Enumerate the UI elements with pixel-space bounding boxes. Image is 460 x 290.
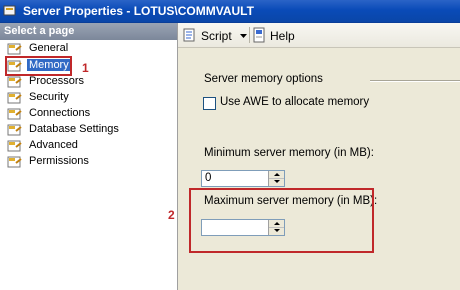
annotation-callout-1: 1 bbox=[82, 61, 89, 75]
nav-item-label: Database Settings bbox=[29, 123, 119, 135]
toolbar-separator bbox=[249, 27, 250, 43]
page-icon bbox=[7, 156, 22, 168]
help-button-label: Help bbox=[270, 29, 295, 43]
nav-item-processors[interactable]: Processors bbox=[4, 74, 174, 90]
nav-item-label: Security bbox=[29, 91, 69, 103]
min-memory-label: Minimum server memory (in MB): bbox=[204, 147, 374, 159]
spin-down-icon[interactable] bbox=[269, 178, 284, 185]
nav-item-label: General bbox=[29, 42, 69, 54]
nav-item-general[interactable]: General bbox=[4, 41, 174, 57]
nav-item-label: Advanced bbox=[29, 139, 78, 151]
pane-header-label: Select a page bbox=[4, 25, 75, 37]
awe-checkbox[interactable] bbox=[203, 97, 216, 110]
title-bar[interactable]: Server Properties - LOTUS\COMMVAULT bbox=[0, 0, 460, 23]
annotation-callout-2: 2 bbox=[168, 208, 175, 222]
page-icon bbox=[7, 76, 22, 88]
min-memory-value[interactable]: 0 bbox=[205, 172, 211, 184]
server-properties-icon bbox=[3, 5, 16, 16]
window-title: Server Properties - LOTUS\COMMVAULT bbox=[23, 4, 254, 18]
page-icon bbox=[7, 92, 22, 104]
nav-item-connections[interactable]: Connections bbox=[4, 106, 174, 122]
nav-item-advanced[interactable]: Advanced bbox=[4, 138, 174, 154]
toolbar: Script Help bbox=[178, 23, 460, 48]
script-button-label: Script bbox=[201, 29, 232, 43]
min-memory-spin-buttons[interactable] bbox=[268, 171, 284, 186]
annotation-highlight-max-memory bbox=[189, 188, 374, 253]
awe-checkbox-label[interactable]: Use AWE to allocate memory bbox=[220, 96, 369, 108]
script-icon bbox=[183, 28, 195, 42]
page-icon bbox=[7, 140, 22, 152]
nav-item-label: Processors bbox=[29, 75, 85, 87]
nav-item-database-settings[interactable]: Database Settings bbox=[4, 122, 174, 138]
nav-item-label: Permissions bbox=[29, 155, 89, 167]
pane-header: Select a page bbox=[0, 23, 177, 40]
page-icon bbox=[7, 43, 22, 55]
nav-item-permissions[interactable]: Permissions bbox=[4, 154, 174, 170]
server-memory-options-heading: Server memory options bbox=[204, 73, 323, 85]
page-icon bbox=[7, 124, 22, 136]
script-button[interactable]: Script bbox=[182, 27, 248, 43]
nav-item-label: Connections bbox=[29, 107, 91, 119]
nav-item-security[interactable]: Security bbox=[4, 90, 174, 106]
page-icon bbox=[7, 108, 22, 120]
min-memory-stepper[interactable]: 0 bbox=[201, 170, 285, 187]
annotation-highlight-memory bbox=[5, 56, 72, 76]
dropdown-arrow-icon bbox=[240, 34, 247, 38]
help-icon bbox=[253, 27, 265, 43]
help-button[interactable]: Help bbox=[251, 27, 301, 43]
section-divider bbox=[370, 80, 460, 82]
